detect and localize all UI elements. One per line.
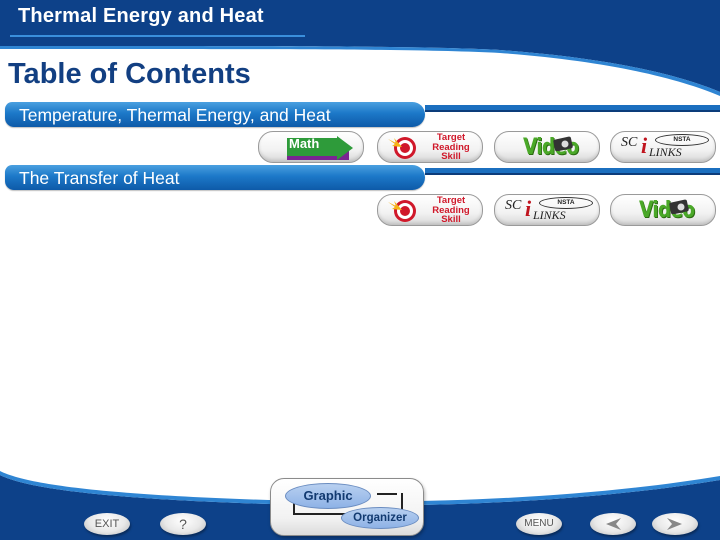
section-label: Temperature, Thermal Energy, and Heat bbox=[19, 105, 331, 125]
next-button[interactable] bbox=[652, 513, 698, 535]
help-button[interactable]: ? bbox=[160, 513, 206, 535]
left-arrow-icon bbox=[606, 518, 621, 530]
target-icon bbox=[388, 137, 416, 159]
scilinks-button[interactable]: SC i LINKS NSTA bbox=[494, 194, 600, 226]
nsta-logo: NSTA bbox=[539, 197, 593, 209]
scilinks-links-text: LINKS bbox=[533, 208, 566, 222]
math-button[interactable]: Math bbox=[258, 131, 364, 163]
target-reading-skill-button[interactable]: Target Reading Skill bbox=[377, 194, 483, 226]
section-divider bbox=[425, 105, 720, 112]
scilinks-sc-text: SC bbox=[505, 198, 522, 213]
organizer-label: Organizer bbox=[341, 507, 419, 529]
nsta-logo: NSTA bbox=[655, 134, 709, 146]
target-icon bbox=[388, 200, 416, 222]
right-arrow-icon bbox=[667, 518, 682, 530]
target-reading-skill-label: Target Reading Skill bbox=[432, 195, 470, 225]
video-button[interactable]: Video bbox=[610, 194, 716, 226]
menu-button[interactable]: MENU bbox=[516, 513, 562, 535]
exit-button[interactable]: EXIT bbox=[84, 513, 130, 535]
section-link-transfer-of-heat[interactable]: The Transfer of Heat bbox=[5, 165, 720, 190]
graphic-label: Graphic bbox=[285, 483, 371, 509]
section-divider bbox=[425, 168, 720, 175]
header-title: Thermal Energy and Heat bbox=[18, 5, 264, 27]
scilinks-sc-text: SC bbox=[621, 135, 638, 150]
target-reading-skill-label: Target Reading Skill bbox=[432, 132, 470, 162]
scilinks-links-text: LINKS bbox=[649, 145, 682, 159]
scilinks-i-text: i bbox=[525, 196, 532, 221]
scilinks-button[interactable]: SC i LINKS NSTA bbox=[610, 131, 716, 163]
previous-button[interactable] bbox=[590, 513, 636, 535]
graphic-organizer-button[interactable]: Graphic Organizer bbox=[270, 478, 424, 536]
video-camera-icon bbox=[669, 199, 689, 214]
math-label: Math bbox=[289, 136, 320, 151]
section-link-temperature[interactable]: Temperature, Thermal Energy, and Heat bbox=[5, 102, 720, 127]
target-reading-skill-button[interactable]: Target Reading Skill bbox=[377, 131, 483, 163]
video-button[interactable]: Video bbox=[494, 131, 600, 163]
section-label: The Transfer of Heat bbox=[19, 168, 180, 188]
page-title: Table of Contents bbox=[8, 58, 251, 90]
video-camera-icon bbox=[553, 136, 573, 151]
scilinks-i-text: i bbox=[641, 133, 648, 158]
